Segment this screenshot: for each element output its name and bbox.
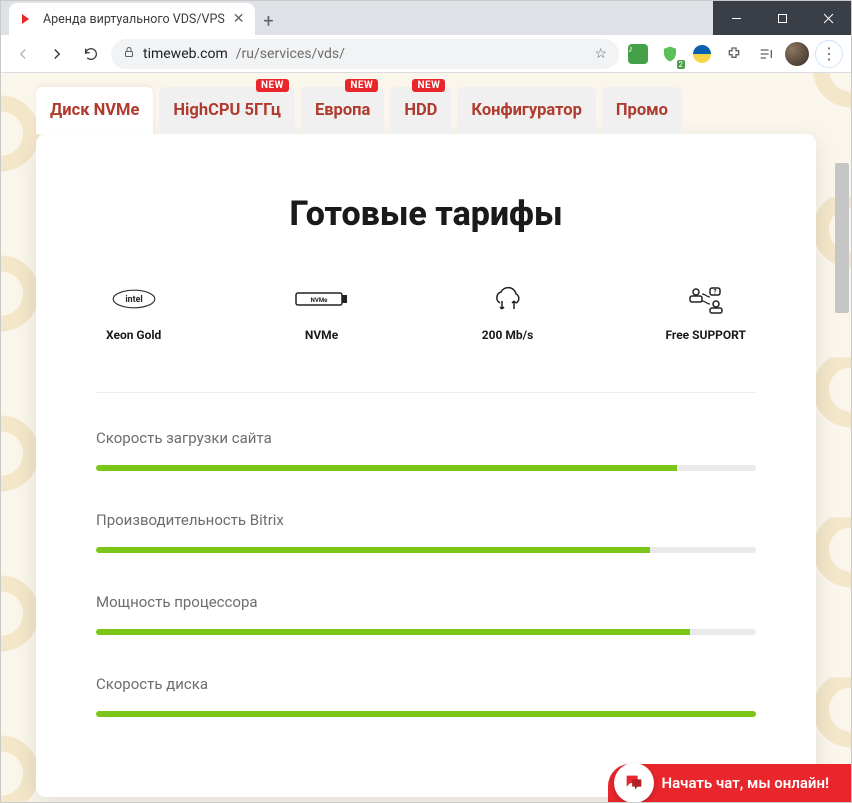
chat-label: Начать чат, мы онлайн!: [662, 774, 830, 792]
new-badge: NEW: [256, 79, 289, 92]
plan-tab-label: Диск NVMe: [50, 101, 139, 120]
extensions-menu-icon[interactable]: [721, 41, 747, 67]
feature-nvme: NVMe NVMe: [294, 284, 350, 342]
feature-label: NVMe: [305, 328, 338, 342]
plan-tab-label: Промо: [616, 101, 668, 120]
features-row: intel Xeon Gold NVMe NVMe 200 Mb/s? Free SUPP…: [106, 284, 746, 342]
feature-label: Free SUPPORT: [665, 328, 745, 342]
page-title: Готовые тарифы: [96, 194, 756, 234]
tab-title: Аренда виртуального VDS/VPS: [43, 12, 225, 27]
feature-label: 200 Mb/s: [482, 328, 534, 342]
extension-shield-icon[interactable]: 2: [657, 41, 683, 67]
svg-text:?: ?: [713, 289, 716, 296]
plan-tab-0[interactable]: Диск NVMe: [36, 87, 153, 134]
new-badge: NEW: [412, 79, 445, 92]
page-viewport: Диск NVMeHighCPU 5ГГцNEWЕвропаNEWHDDNEWК…: [1, 73, 851, 802]
divider: [96, 392, 756, 393]
browser-toolbar: timeweb.com/ru/services/vds/ ☆ ♪ 2 ⋮: [1, 35, 851, 73]
feature-cloud: 200 Mb/s: [482, 284, 534, 342]
metric-bar-track: [96, 629, 756, 635]
metric-label: Мощность процессора: [96, 593, 756, 611]
extension-music-icon[interactable]: ♪: [625, 41, 651, 67]
maximize-button[interactable]: [759, 1, 805, 35]
browser-menu-button[interactable]: ⋮: [815, 40, 843, 68]
reload-button[interactable]: [77, 40, 105, 68]
metric-row: Производительность Bitrix: [96, 511, 756, 553]
feature-intel: intel Xeon Gold: [106, 284, 161, 342]
favicon-icon: [19, 11, 35, 27]
address-bar[interactable]: timeweb.com/ru/services/vds/ ☆: [111, 39, 619, 69]
feature-support: ? Free SUPPORT: [665, 284, 745, 342]
browser-titlebar: Аренда виртуального VDS/VPS ✕ +: [1, 1, 851, 35]
back-button[interactable]: [9, 40, 37, 68]
nvme-icon: NVMe: [294, 284, 350, 314]
lock-icon: [123, 46, 135, 61]
metric-label: Скорость загрузки сайта: [96, 429, 756, 447]
extension-flag-icon[interactable]: [689, 41, 715, 67]
svg-text:NVMe: NVMe: [310, 297, 327, 304]
browser-tab[interactable]: Аренда виртуального VDS/VPS ✕: [9, 3, 255, 35]
plan-tab-3[interactable]: HDDNEW: [390, 87, 451, 134]
metric-bar-fill: [96, 629, 690, 635]
metric-label: Производительность Bitrix: [96, 511, 756, 529]
bookmark-star-icon[interactable]: ☆: [594, 46, 607, 62]
plan-tab-label: Европа: [315, 101, 370, 120]
close-window-button[interactable]: [805, 1, 851, 35]
metric-bar-track: [96, 547, 756, 553]
feature-label: Xeon Gold: [106, 328, 161, 342]
url-path: /ru/services/vds/: [236, 46, 345, 62]
tab-close-icon[interactable]: ✕: [233, 11, 245, 27]
new-tab-button[interactable]: +: [255, 7, 283, 35]
support-icon: ?: [684, 284, 728, 314]
metric-bar-fill: [96, 547, 650, 553]
plan-tab-1[interactable]: HighCPU 5ГГцNEW: [159, 87, 295, 134]
metric-bar-track: [96, 465, 756, 471]
chat-widget[interactable]: Начать чат, мы онлайн!: [608, 764, 852, 802]
metric-bar-fill: [96, 711, 756, 717]
metric-row: Скорость диска: [96, 675, 756, 717]
metric-row: Мощность процессора: [96, 593, 756, 635]
cloud-icon: [488, 284, 528, 314]
plan-tab-4[interactable]: Конфигуратор: [457, 87, 595, 134]
vertical-scrollbar[interactable]: [835, 163, 849, 313]
plan-tab-label: HDD: [404, 101, 437, 120]
minimize-button[interactable]: [713, 1, 759, 35]
chat-bubble-icon: [614, 763, 654, 802]
plan-tabs: Диск NVMeHighCPU 5ГГцNEWЕвропаNEWHDDNEWК…: [36, 73, 816, 134]
plan-tab-label: HighCPU 5ГГц: [173, 101, 281, 120]
main-card: Готовые тарифы intel Xeon Gold NVMe NVMe 200…: [36, 134, 816, 797]
intel-icon: intel: [110, 284, 158, 314]
metric-bar-fill: [96, 465, 677, 471]
reading-list-icon[interactable]: [753, 41, 779, 67]
plan-tab-label: Конфигуратор: [471, 101, 581, 120]
plan-tab-2[interactable]: ЕвропаNEW: [301, 87, 384, 134]
metric-bar-track: [96, 711, 756, 717]
profile-avatar[interactable]: [785, 42, 809, 66]
window-controls: [713, 1, 851, 35]
shield-badge-count: 2: [677, 60, 686, 69]
forward-button[interactable]: [43, 40, 71, 68]
metrics-list: Скорость загрузки сайта Производительност…: [96, 429, 756, 717]
metric-row: Скорость загрузки сайта: [96, 429, 756, 471]
new-badge: NEW: [345, 79, 378, 92]
metric-label: Скорость диска: [96, 675, 756, 693]
url-domain: timeweb.com: [143, 46, 228, 62]
plan-tab-5[interactable]: Промо: [602, 87, 682, 134]
svg-text:intel: intel: [125, 295, 142, 305]
